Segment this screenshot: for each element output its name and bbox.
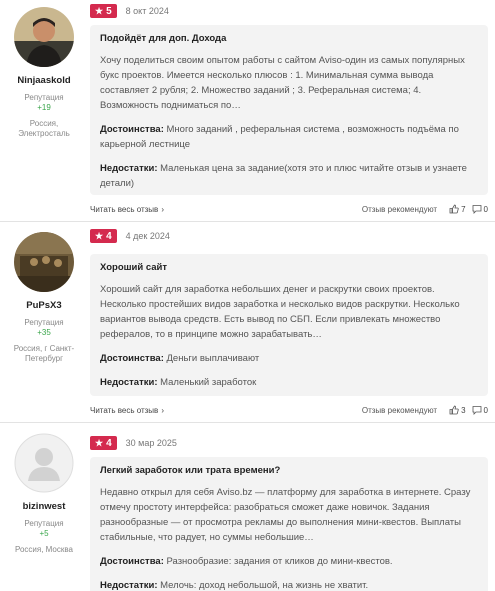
pros-label: Достоинства:	[100, 124, 164, 135]
review-item: bizinwest Репутация +5 Россия, Москва ★ …	[0, 426, 495, 591]
rating-value: 5	[106, 5, 112, 17]
review-item: Ninjaaskold Репутация +19 Россия, Электр…	[0, 0, 495, 216]
star-icon: ★	[95, 230, 104, 241]
comments-count: 0	[483, 204, 488, 214]
review-pros: Достоинства: Деньги выплачивают	[100, 351, 478, 366]
review-author: bizinwest Репутация +5 Россия, Москва	[0, 426, 88, 555]
star-icon: ★	[95, 437, 104, 448]
reputation-label: Репутация	[24, 93, 64, 102]
review-title[interactable]: Легкий заработок или трата времени?	[100, 465, 478, 476]
review-text: Хочу поделиться своим опытом работы с са…	[100, 55, 465, 111]
avatar[interactable]	[14, 7, 74, 67]
review-text: Недавно открыл для себя Aviso.bz — платф…	[100, 487, 471, 543]
chevron-right-icon: ›	[161, 204, 164, 214]
review-date: 8 окт 2024	[125, 6, 169, 16]
user-location: Россия, г Санкт-Петербург	[13, 344, 75, 363]
avatar[interactable]	[14, 433, 74, 493]
cons-label: Недостатки:	[100, 163, 158, 174]
pros-label: Достоинства:	[100, 556, 164, 567]
review-card: Подойдёт для доп. Дохода Хочу поделиться…	[90, 25, 488, 195]
review-title[interactable]: Хороший сайт	[100, 262, 478, 273]
review-footer: Читать весь отзыв › Отзыв рекомендуют 7 …	[90, 202, 488, 216]
rating-badge: ★ 4	[90, 229, 117, 243]
recommends-label: Отзыв рекомендуют	[361, 405, 438, 415]
read-all-link[interactable]: Читать весь отзыв ›	[90, 406, 164, 415]
username[interactable]: PuPsX3	[0, 300, 88, 311]
review-cons: Недостатки: Маленький заработок	[100, 375, 478, 390]
rating-value: 4	[106, 437, 112, 449]
pros-text: Деньги выплачивают	[166, 353, 260, 364]
rating-value: 4	[106, 230, 112, 242]
review-header: ★ 5 8 окт 2024	[90, 4, 169, 18]
thumbs-up-icon	[449, 405, 459, 415]
reputation-label: Репутация	[24, 519, 64, 528]
review-cons: Недостатки: Мелочь: доход небольшой, на …	[100, 578, 478, 591]
review-date: 30 мар 2025	[125, 438, 177, 448]
like-button[interactable]: 3	[449, 405, 466, 415]
cons-text: Маленький заработок	[160, 377, 257, 388]
review-item: PuPsX3 Репутация +35 Россия, г Санкт-Пет…	[0, 225, 495, 418]
pros-label: Достоинства:	[100, 353, 164, 364]
avatar[interactable]	[14, 232, 74, 292]
review-author: PuPsX3 Репутация +35 Россия, г Санкт-Пет…	[0, 225, 88, 364]
recommends-label: Отзыв рекомендуют	[361, 204, 438, 214]
review-card: Легкий заработок или трата времени? Неда…	[90, 457, 488, 591]
comment-icon	[472, 406, 481, 415]
like-button[interactable]: 7	[449, 204, 466, 214]
star-icon: ★	[95, 5, 104, 16]
review-pros: Достоинства: Разнообразие: задания от кл…	[100, 554, 478, 569]
review-pros: Достоинства: Много заданий , реферальная…	[100, 122, 478, 152]
pros-text: Разнообразие: задания от кликов до мини-…	[166, 556, 393, 567]
review-divider	[0, 422, 495, 423]
chevron-right-icon: ›	[161, 405, 164, 415]
reputation-label: Репутация	[24, 318, 64, 327]
comment-icon	[472, 205, 481, 214]
comments-button[interactable]: 0	[472, 405, 488, 415]
read-all-label: Читать весь отзыв	[90, 405, 159, 415]
review-header: ★ 4 4 дек 2024	[90, 229, 170, 243]
review-date: 4 дек 2024	[125, 231, 170, 241]
rating-badge: ★ 5	[90, 4, 117, 18]
username[interactable]: bizinwest	[0, 501, 88, 512]
reputation-value: +19	[37, 103, 51, 112]
review-header: ★ 4 30 мар 2025	[90, 436, 177, 450]
likes-count: 7	[461, 204, 466, 214]
username[interactable]: Ninjaaskold	[0, 75, 88, 86]
user-location: Россия, Электросталь	[18, 119, 70, 138]
review-text: Хороший сайт для заработка небольших ден…	[100, 284, 460, 340]
read-all-label: Читать весь отзыв	[90, 204, 159, 214]
review-footer: Читать весь отзыв › Отзыв рекомендуют 3 …	[90, 403, 488, 417]
reputation-value: +35	[37, 328, 51, 337]
review-cons: Недостатки: Маленькая цена за задание(хо…	[100, 161, 478, 191]
rating-badge: ★ 4	[90, 436, 117, 450]
cons-label: Недостатки:	[100, 377, 158, 388]
user-location: Россия, Москва	[15, 545, 73, 554]
review-title[interactable]: Подойдёт для доп. Дохода	[100, 33, 478, 44]
comments-count: 0	[483, 405, 488, 415]
likes-count: 3	[461, 405, 466, 415]
cons-label: Недостатки:	[100, 580, 158, 591]
thumbs-up-icon	[449, 204, 459, 214]
review-author: Ninjaaskold Репутация +19 Россия, Электр…	[0, 0, 88, 139]
comments-button[interactable]: 0	[472, 204, 488, 214]
review-divider	[0, 221, 495, 222]
read-all-link[interactable]: Читать весь отзыв ›	[90, 205, 164, 214]
reputation-value: +5	[39, 529, 49, 538]
review-card: Хороший сайт Хороший сайт для заработка …	[90, 254, 488, 396]
cons-text: Мелочь: доход небольшой, на жизнь не хва…	[160, 580, 369, 591]
